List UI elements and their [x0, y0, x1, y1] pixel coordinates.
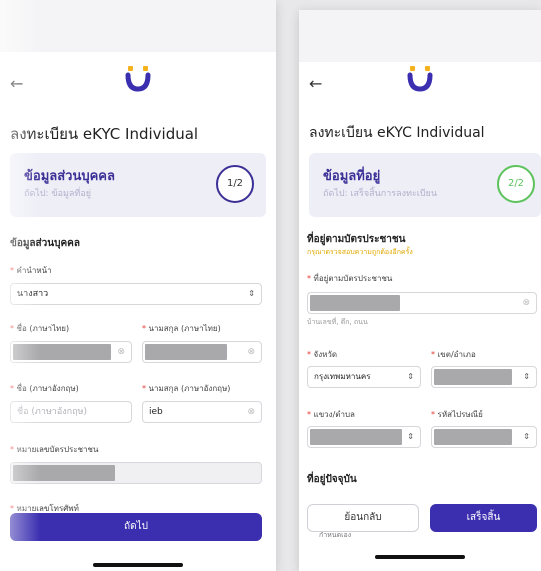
status-bar	[299, 10, 541, 62]
last-name-en-field[interactable]: ieb ⊗	[142, 401, 262, 423]
address-field[interactable]: ⊗	[307, 292, 537, 314]
last-name-th-label: * นามสกุล (ภาษาไทย)	[142, 324, 221, 333]
postal-select[interactable]: ⇕	[431, 426, 537, 448]
next-button[interactable]: ถัดไป	[10, 513, 262, 541]
chevron-updown-icon: ⇕	[248, 289, 255, 298]
last-name-th-field[interactable]: ⊗	[142, 341, 262, 363]
chevron-updown-icon: ⇕	[523, 372, 530, 381]
status-bar	[0, 0, 276, 52]
district-label: * เขต/อำเภอ	[431, 350, 476, 359]
warning-text: กรุณาตรวจสอบความถูกต้องอีกครั้ง	[307, 248, 413, 256]
clear-icon[interactable]: ⊗	[247, 402, 255, 422]
home-indicator	[93, 563, 183, 567]
redacted-value	[145, 344, 227, 360]
clear-icon[interactable]: ⊗	[247, 342, 255, 362]
clear-icon[interactable]: ⊗	[522, 293, 530, 313]
section-heading: ที่อยู่ตามบัตรประชาชน	[307, 234, 406, 245]
screen-address-info: ← ลงทะเบียน eKYC Individual ข้อมูลที่อยู…	[299, 10, 541, 571]
back-button[interactable]: ย้อนกลับ	[307, 504, 419, 532]
step-progress-ring: 2/2	[497, 165, 535, 203]
screen-personal-info: ← ลงทะเบียน eKYC Individual ข้อมูลส่วนบุ…	[0, 0, 276, 571]
step-card: ข้อมูลส่วนบุคคล ถัดไป: ข้อมูลที่อยู่ 1/2	[10, 153, 266, 217]
step-progress-ring: 1/2	[216, 165, 254, 203]
province-label: * จังหวัด	[307, 350, 338, 359]
last-name-en-label: * นามสกุล (ภาษาอังกฤษ)	[142, 384, 231, 393]
subdistrict-select[interactable]: ⇕	[307, 426, 421, 448]
postal-label: * รหัสไปรษณีย์	[431, 410, 483, 419]
back-arrow-icon[interactable]: ←	[309, 74, 322, 93]
nav-bar: ←	[0, 60, 276, 110]
current-address-heading: ที่อยู่ปัจจุบัน	[307, 474, 357, 485]
id-card-field[interactable]	[10, 462, 262, 484]
clear-icon[interactable]: ⊗	[117, 342, 125, 362]
step-card: ข้อมูลที่อยู่ ถัดไป: เสร็จสิ้นการลงทะเบี…	[309, 153, 541, 217]
subdistrict-label: * แขวง/ตำบล	[307, 410, 355, 419]
redacted-value	[310, 429, 402, 445]
page-title: ลงทะเบียน eKYC Individual	[309, 125, 485, 141]
address-label: * ที่อยู่ตามบัตรประชาชน	[307, 274, 393, 283]
screen-glare	[0, 0, 40, 571]
district-select[interactable]: ⇕	[431, 366, 537, 388]
redacted-value	[434, 369, 512, 385]
redacted-value	[310, 295, 400, 311]
step-title: ข้อมูลที่อยู่	[323, 169, 381, 184]
u-logo-icon	[407, 66, 433, 92]
province-select[interactable]: กรุงเทพมหานคร ⇕	[307, 366, 421, 388]
u-logo-icon	[125, 66, 151, 92]
address-hint: บ้านเลขที่, ตึก, ถนน	[307, 318, 368, 326]
chevron-updown-icon: ⇕	[407, 372, 414, 381]
prefix-select[interactable]: นางสาว⇕	[10, 283, 262, 305]
redacted-value	[434, 429, 512, 445]
chevron-updown-icon: ⇕	[523, 432, 530, 441]
home-indicator	[375, 555, 465, 559]
nav-bar: ←	[299, 60, 541, 110]
step-next: ถัดไป: เสร็จสิ้นการลงทะเบียน	[323, 189, 437, 199]
finish-button[interactable]: เสร็จสิ้น	[430, 504, 537, 532]
chevron-updown-icon: ⇕	[407, 432, 414, 441]
